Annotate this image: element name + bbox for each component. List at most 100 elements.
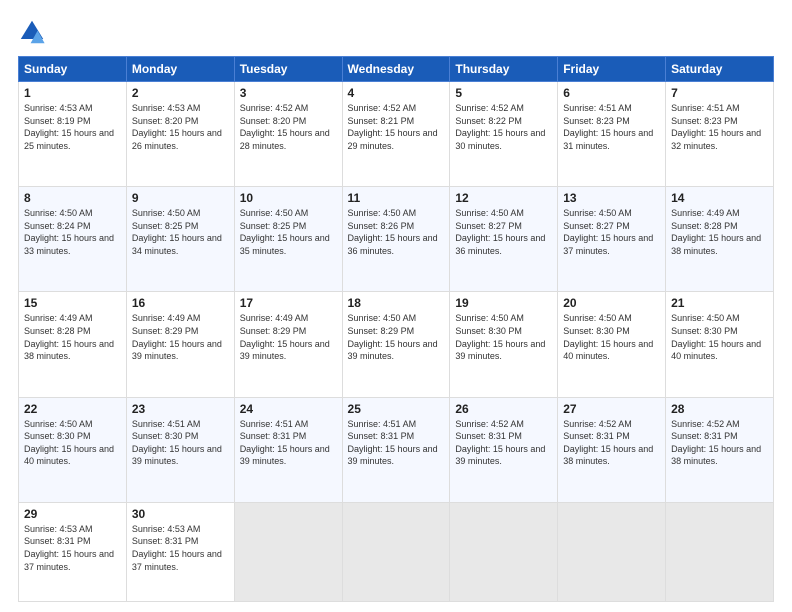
logo <box>18 18 50 46</box>
day-info: Sunrise: 4:50 AMSunset: 8:30 PMDaylight:… <box>24 419 114 467</box>
day-info: Sunrise: 4:52 AMSunset: 8:31 PMDaylight:… <box>671 419 761 467</box>
calendar-cell <box>342 502 450 601</box>
day-info: Sunrise: 4:52 AMSunset: 8:31 PMDaylight:… <box>455 419 545 467</box>
day-info: Sunrise: 4:53 AMSunset: 8:20 PMDaylight:… <box>132 103 222 151</box>
col-saturday: Saturday <box>666 57 774 82</box>
calendar-cell: 17 Sunrise: 4:49 AMSunset: 8:29 PMDaylig… <box>234 292 342 397</box>
day-number: 19 <box>455 296 552 310</box>
day-number: 1 <box>24 86 121 100</box>
calendar-cell: 26 Sunrise: 4:52 AMSunset: 8:31 PMDaylig… <box>450 397 558 502</box>
day-number: 13 <box>563 191 660 205</box>
day-number: 28 <box>671 402 768 416</box>
day-info: Sunrise: 4:50 AMSunset: 8:29 PMDaylight:… <box>348 313 438 361</box>
logo-icon <box>18 18 46 46</box>
day-info: Sunrise: 4:50 AMSunset: 8:24 PMDaylight:… <box>24 208 114 256</box>
calendar-cell: 30 Sunrise: 4:53 AMSunset: 8:31 PMDaylig… <box>126 502 234 601</box>
day-info: Sunrise: 4:49 AMSunset: 8:28 PMDaylight:… <box>24 313 114 361</box>
day-number: 27 <box>563 402 660 416</box>
day-info: Sunrise: 4:50 AMSunset: 8:30 PMDaylight:… <box>671 313 761 361</box>
day-info: Sunrise: 4:51 AMSunset: 8:23 PMDaylight:… <box>563 103 653 151</box>
day-number: 21 <box>671 296 768 310</box>
col-wednesday: Wednesday <box>342 57 450 82</box>
calendar-cell: 4 Sunrise: 4:52 AMSunset: 8:21 PMDayligh… <box>342 82 450 187</box>
day-info: Sunrise: 4:50 AMSunset: 8:30 PMDaylight:… <box>563 313 653 361</box>
calendar-cell: 29 Sunrise: 4:53 AMSunset: 8:31 PMDaylig… <box>19 502 127 601</box>
calendar-cell: 3 Sunrise: 4:52 AMSunset: 8:20 PMDayligh… <box>234 82 342 187</box>
day-info: Sunrise: 4:50 AMSunset: 8:30 PMDaylight:… <box>455 313 545 361</box>
calendar-cell: 6 Sunrise: 4:51 AMSunset: 8:23 PMDayligh… <box>558 82 666 187</box>
calendar-cell <box>666 502 774 601</box>
calendar-cell <box>450 502 558 601</box>
day-number: 2 <box>132 86 229 100</box>
calendar-cell: 27 Sunrise: 4:52 AMSunset: 8:31 PMDaylig… <box>558 397 666 502</box>
day-number: 5 <box>455 86 552 100</box>
calendar-cell: 8 Sunrise: 4:50 AMSunset: 8:24 PMDayligh… <box>19 187 127 292</box>
calendar-header-row: Sunday Monday Tuesday Wednesday Thursday… <box>19 57 774 82</box>
day-number: 16 <box>132 296 229 310</box>
day-number: 4 <box>348 86 445 100</box>
calendar-cell: 2 Sunrise: 4:53 AMSunset: 8:20 PMDayligh… <box>126 82 234 187</box>
day-info: Sunrise: 4:50 AMSunset: 8:25 PMDaylight:… <box>132 208 222 256</box>
day-number: 3 <box>240 86 337 100</box>
day-number: 15 <box>24 296 121 310</box>
day-number: 10 <box>240 191 337 205</box>
day-number: 22 <box>24 402 121 416</box>
calendar-cell: 5 Sunrise: 4:52 AMSunset: 8:22 PMDayligh… <box>450 82 558 187</box>
day-info: Sunrise: 4:53 AMSunset: 8:19 PMDaylight:… <box>24 103 114 151</box>
day-number: 26 <box>455 402 552 416</box>
day-number: 12 <box>455 191 552 205</box>
calendar-cell <box>234 502 342 601</box>
day-number: 20 <box>563 296 660 310</box>
day-number: 6 <box>563 86 660 100</box>
day-number: 11 <box>348 191 445 205</box>
header <box>18 18 774 46</box>
day-number: 18 <box>348 296 445 310</box>
day-number: 30 <box>132 507 229 521</box>
day-info: Sunrise: 4:52 AMSunset: 8:22 PMDaylight:… <box>455 103 545 151</box>
calendar-cell: 16 Sunrise: 4:49 AMSunset: 8:29 PMDaylig… <box>126 292 234 397</box>
calendar-cell: 24 Sunrise: 4:51 AMSunset: 8:31 PMDaylig… <box>234 397 342 502</box>
calendar-cell: 21 Sunrise: 4:50 AMSunset: 8:30 PMDaylig… <box>666 292 774 397</box>
day-number: 23 <box>132 402 229 416</box>
day-info: Sunrise: 4:50 AMSunset: 8:27 PMDaylight:… <box>563 208 653 256</box>
day-info: Sunrise: 4:52 AMSunset: 8:20 PMDaylight:… <box>240 103 330 151</box>
calendar-cell: 7 Sunrise: 4:51 AMSunset: 8:23 PMDayligh… <box>666 82 774 187</box>
day-number: 29 <box>24 507 121 521</box>
calendar-cell: 9 Sunrise: 4:50 AMSunset: 8:25 PMDayligh… <box>126 187 234 292</box>
calendar-cell: 23 Sunrise: 4:51 AMSunset: 8:30 PMDaylig… <box>126 397 234 502</box>
calendar-cell: 12 Sunrise: 4:50 AMSunset: 8:27 PMDaylig… <box>450 187 558 292</box>
day-info: Sunrise: 4:51 AMSunset: 8:31 PMDaylight:… <box>348 419 438 467</box>
calendar-cell: 25 Sunrise: 4:51 AMSunset: 8:31 PMDaylig… <box>342 397 450 502</box>
day-info: Sunrise: 4:51 AMSunset: 8:31 PMDaylight:… <box>240 419 330 467</box>
calendar-cell: 14 Sunrise: 4:49 AMSunset: 8:28 PMDaylig… <box>666 187 774 292</box>
day-info: Sunrise: 4:49 AMSunset: 8:29 PMDaylight:… <box>240 313 330 361</box>
day-info: Sunrise: 4:50 AMSunset: 8:26 PMDaylight:… <box>348 208 438 256</box>
day-number: 14 <box>671 191 768 205</box>
day-number: 7 <box>671 86 768 100</box>
col-sunday: Sunday <box>19 57 127 82</box>
day-info: Sunrise: 4:53 AMSunset: 8:31 PMDaylight:… <box>24 524 114 572</box>
calendar-cell: 11 Sunrise: 4:50 AMSunset: 8:26 PMDaylig… <box>342 187 450 292</box>
col-monday: Monday <box>126 57 234 82</box>
day-info: Sunrise: 4:51 AMSunset: 8:30 PMDaylight:… <box>132 419 222 467</box>
day-info: Sunrise: 4:52 AMSunset: 8:21 PMDaylight:… <box>348 103 438 151</box>
calendar-cell: 1 Sunrise: 4:53 AMSunset: 8:19 PMDayligh… <box>19 82 127 187</box>
calendar-cell: 20 Sunrise: 4:50 AMSunset: 8:30 PMDaylig… <box>558 292 666 397</box>
day-number: 9 <box>132 191 229 205</box>
day-info: Sunrise: 4:53 AMSunset: 8:31 PMDaylight:… <box>132 524 222 572</box>
day-number: 8 <box>24 191 121 205</box>
day-info: Sunrise: 4:50 AMSunset: 8:27 PMDaylight:… <box>455 208 545 256</box>
calendar-cell <box>558 502 666 601</box>
calendar-cell: 19 Sunrise: 4:50 AMSunset: 8:30 PMDaylig… <box>450 292 558 397</box>
calendar-cell: 18 Sunrise: 4:50 AMSunset: 8:29 PMDaylig… <box>342 292 450 397</box>
calendar-table: Sunday Monday Tuesday Wednesday Thursday… <box>18 56 774 602</box>
day-info: Sunrise: 4:51 AMSunset: 8:23 PMDaylight:… <box>671 103 761 151</box>
col-friday: Friday <box>558 57 666 82</box>
calendar-cell: 15 Sunrise: 4:49 AMSunset: 8:28 PMDaylig… <box>19 292 127 397</box>
page: Sunday Monday Tuesday Wednesday Thursday… <box>0 0 792 612</box>
day-info: Sunrise: 4:50 AMSunset: 8:25 PMDaylight:… <box>240 208 330 256</box>
day-number: 24 <box>240 402 337 416</box>
col-tuesday: Tuesday <box>234 57 342 82</box>
day-info: Sunrise: 4:49 AMSunset: 8:29 PMDaylight:… <box>132 313 222 361</box>
calendar-cell: 10 Sunrise: 4:50 AMSunset: 8:25 PMDaylig… <box>234 187 342 292</box>
